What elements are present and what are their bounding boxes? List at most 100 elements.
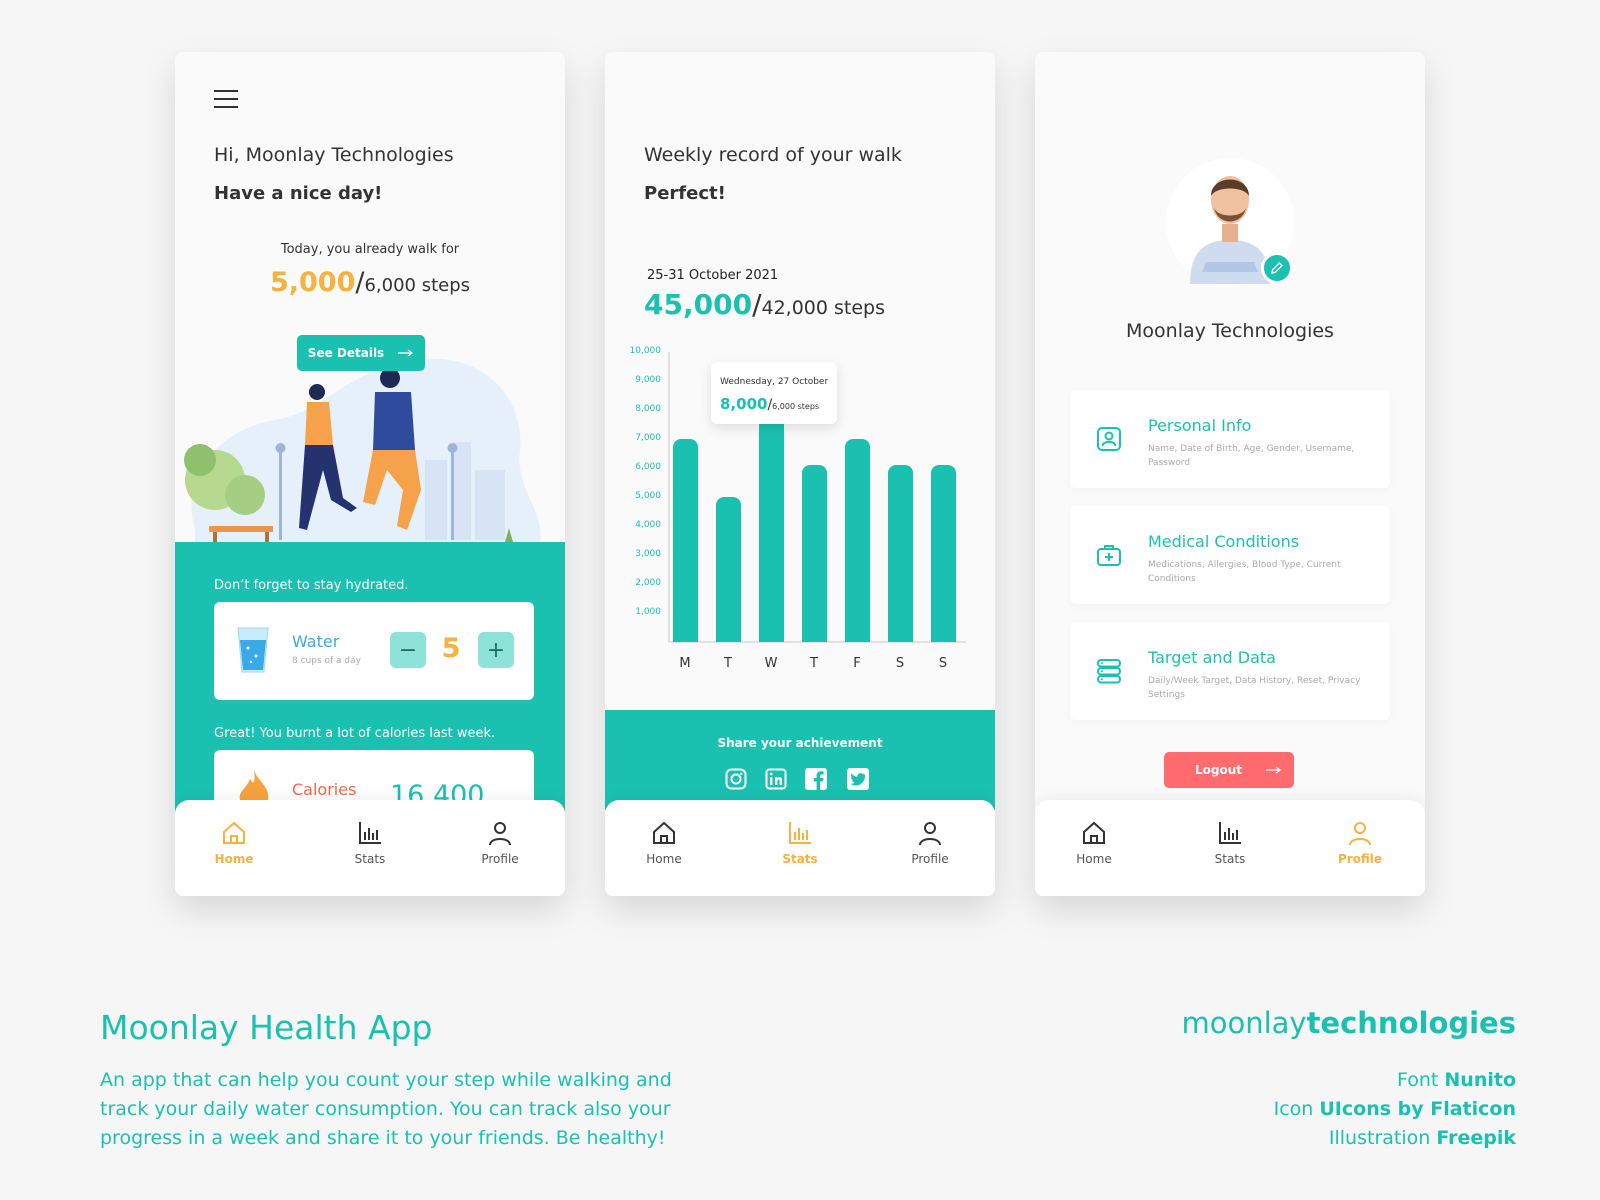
chart-tooltip: Wednesday, 27 October 8,000/6,000 steps xyxy=(711,362,837,424)
medical-conditions-title: Medical Conditions xyxy=(1148,532,1300,551)
home-icon xyxy=(1083,821,1105,844)
brand-logo: moonlaytechnologies xyxy=(1181,1006,1516,1040)
chart-bar[interactable] xyxy=(931,465,956,642)
pencil-icon xyxy=(1271,262,1283,274)
database-icon xyxy=(1097,659,1121,684)
nav-profile[interactable]: Profile xyxy=(890,820,970,866)
brand-bold: technologies xyxy=(1306,1006,1516,1040)
x-tick-label: W xyxy=(764,656,778,671)
bottom-nav: Home Stats Profile xyxy=(605,800,995,896)
twitter-icon[interactable] xyxy=(847,768,869,790)
share-label: Share your achievement xyxy=(717,736,883,750)
greeting: Hi, Moonlay Technologies xyxy=(214,144,454,166)
x-tick-label: S xyxy=(895,656,905,671)
icon-label: Icon xyxy=(1273,1098,1314,1120)
font-value: Nunito xyxy=(1444,1069,1516,1091)
water-glass-icon xyxy=(237,627,269,673)
nav-stats[interactable]: Stats xyxy=(1190,820,1270,866)
nav-stats[interactable]: Stats xyxy=(760,820,840,866)
nav-profile[interactable]: Profile xyxy=(1320,820,1400,866)
profile-name: Moonlay Technologies xyxy=(1126,320,1334,342)
target-data-desc: Daily/Week Target, Data History, Reset, … xyxy=(1148,676,1361,700)
see-details-label: See Details xyxy=(307,346,385,360)
x-tick-label: S xyxy=(938,656,948,671)
nav-profile[interactable]: Profile xyxy=(460,820,540,866)
water-title: Water xyxy=(292,632,340,651)
nav-stats-label: Stats xyxy=(782,852,818,866)
y-tick-label: 5,000 xyxy=(635,491,661,501)
nav-stats-label: Stats xyxy=(354,852,386,866)
water-subtitle: 8 cups of a day xyxy=(292,656,361,666)
tooltip-goal: 6,000 steps xyxy=(772,402,820,411)
nav-profile-label: Profile xyxy=(481,852,519,866)
font-credit: Font Nunito xyxy=(1274,1066,1516,1095)
stats-title: Weekly record of your walk xyxy=(644,144,902,166)
weekly-steps-separator: / xyxy=(752,288,762,321)
chart-bar[interactable] xyxy=(845,439,870,642)
illustration-credit: Illustration Freepik xyxy=(1274,1124,1516,1153)
y-tick-label: 1,000 xyxy=(635,607,661,617)
font-label: Font xyxy=(1396,1069,1439,1091)
target-data-card[interactable]: Target and Data Daily/Week Target, Data … xyxy=(1070,622,1390,720)
credits: Font Nunito Icon UIcons by Flaticon Illu… xyxy=(1274,1066,1516,1153)
personal-info-card[interactable]: Personal Info Name, Date of Birth, Age, … xyxy=(1070,390,1390,488)
instagram-icon[interactable] xyxy=(725,768,747,790)
bottom-nav: Home Stats Profile xyxy=(1035,800,1425,896)
steps-counter: 5,000/6,000 steps xyxy=(175,267,565,298)
nav-stats-label: Stats xyxy=(1214,852,1246,866)
linkedin-icon[interactable] xyxy=(765,768,787,790)
nav-profile-label: Profile xyxy=(1337,852,1383,866)
chart-bar[interactable] xyxy=(673,439,698,642)
nav-home-label: Home xyxy=(214,852,254,866)
stats-icon xyxy=(1219,822,1241,844)
increase-water-button[interactable]: + xyxy=(478,632,514,668)
minus-icon: − xyxy=(398,637,418,663)
personal-info-title: Personal Info xyxy=(1148,416,1252,435)
chart-bar[interactable] xyxy=(802,465,827,642)
app-description: An app that can help you count your step… xyxy=(100,1069,672,1149)
y-axis-line xyxy=(668,352,670,642)
hydration-text: Don’t forget to stay hydrated. xyxy=(214,578,409,593)
hydration-panel: Don’t forget to stay hydrated. Water 8 c… xyxy=(175,542,565,848)
edit-avatar-button[interactable] xyxy=(1261,252,1293,284)
date-range: 25-31 October 2021 xyxy=(647,268,779,283)
user-icon xyxy=(919,822,941,846)
water-card: Water 8 cups of a day − 5 + xyxy=(214,602,534,700)
medical-conditions-card[interactable]: Medical Conditions Medications, Allergie… xyxy=(1070,506,1390,604)
bottom-nav: Home Stats Profile xyxy=(175,800,565,896)
y-tick-label: 2,000 xyxy=(635,578,661,588)
menu-icon[interactable] xyxy=(214,90,238,114)
walk-label: Today, you already walk for xyxy=(280,242,460,257)
app-title: Moonlay Health App xyxy=(100,1008,433,1047)
home-icon xyxy=(653,821,675,844)
plus-icon: + xyxy=(486,637,506,663)
calories-text: Great! You burnt a lot of calories last … xyxy=(214,726,496,741)
nav-stats[interactable]: Stats xyxy=(330,820,410,866)
facebook-icon[interactable] xyxy=(805,768,827,790)
stats-icon xyxy=(789,822,811,844)
nav-home[interactable]: Home xyxy=(1054,820,1134,866)
subtitle: Have a nice day! xyxy=(214,183,383,204)
nav-home[interactable]: Home xyxy=(624,820,704,866)
nav-home-label: Home xyxy=(1076,852,1112,866)
y-tick-label: 10,000 xyxy=(629,346,662,356)
see-details-button[interactable]: See Details xyxy=(297,335,425,371)
y-tick-label: 3,000 xyxy=(635,549,661,559)
y-tick-label: 4,000 xyxy=(635,520,661,530)
y-tick-label: 6,000 xyxy=(635,462,661,472)
nav-profile-label: Profile xyxy=(911,852,949,866)
decrease-water-button[interactable]: − xyxy=(390,632,426,668)
y-tick-label: 9,000 xyxy=(635,375,661,385)
tooltip-steps: 8,000/6,000 steps xyxy=(720,394,819,413)
chart-bar[interactable] xyxy=(716,497,741,642)
chart-bar[interactable] xyxy=(759,410,784,642)
nav-home[interactable]: Home xyxy=(194,820,274,866)
user-icon xyxy=(489,822,511,846)
stats-subtitle: Perfect! xyxy=(644,183,726,204)
icon-credit: Icon UIcons by Flaticon xyxy=(1274,1095,1516,1124)
profile-screen: Moonlay Technologies Personal Info Name,… xyxy=(1035,52,1425,896)
nav-home-label: Home xyxy=(646,852,682,866)
logout-button[interactable]: Logout xyxy=(1164,752,1294,788)
chart-bar[interactable] xyxy=(888,465,913,642)
weekly-steps-done: 45,000 xyxy=(644,288,753,321)
